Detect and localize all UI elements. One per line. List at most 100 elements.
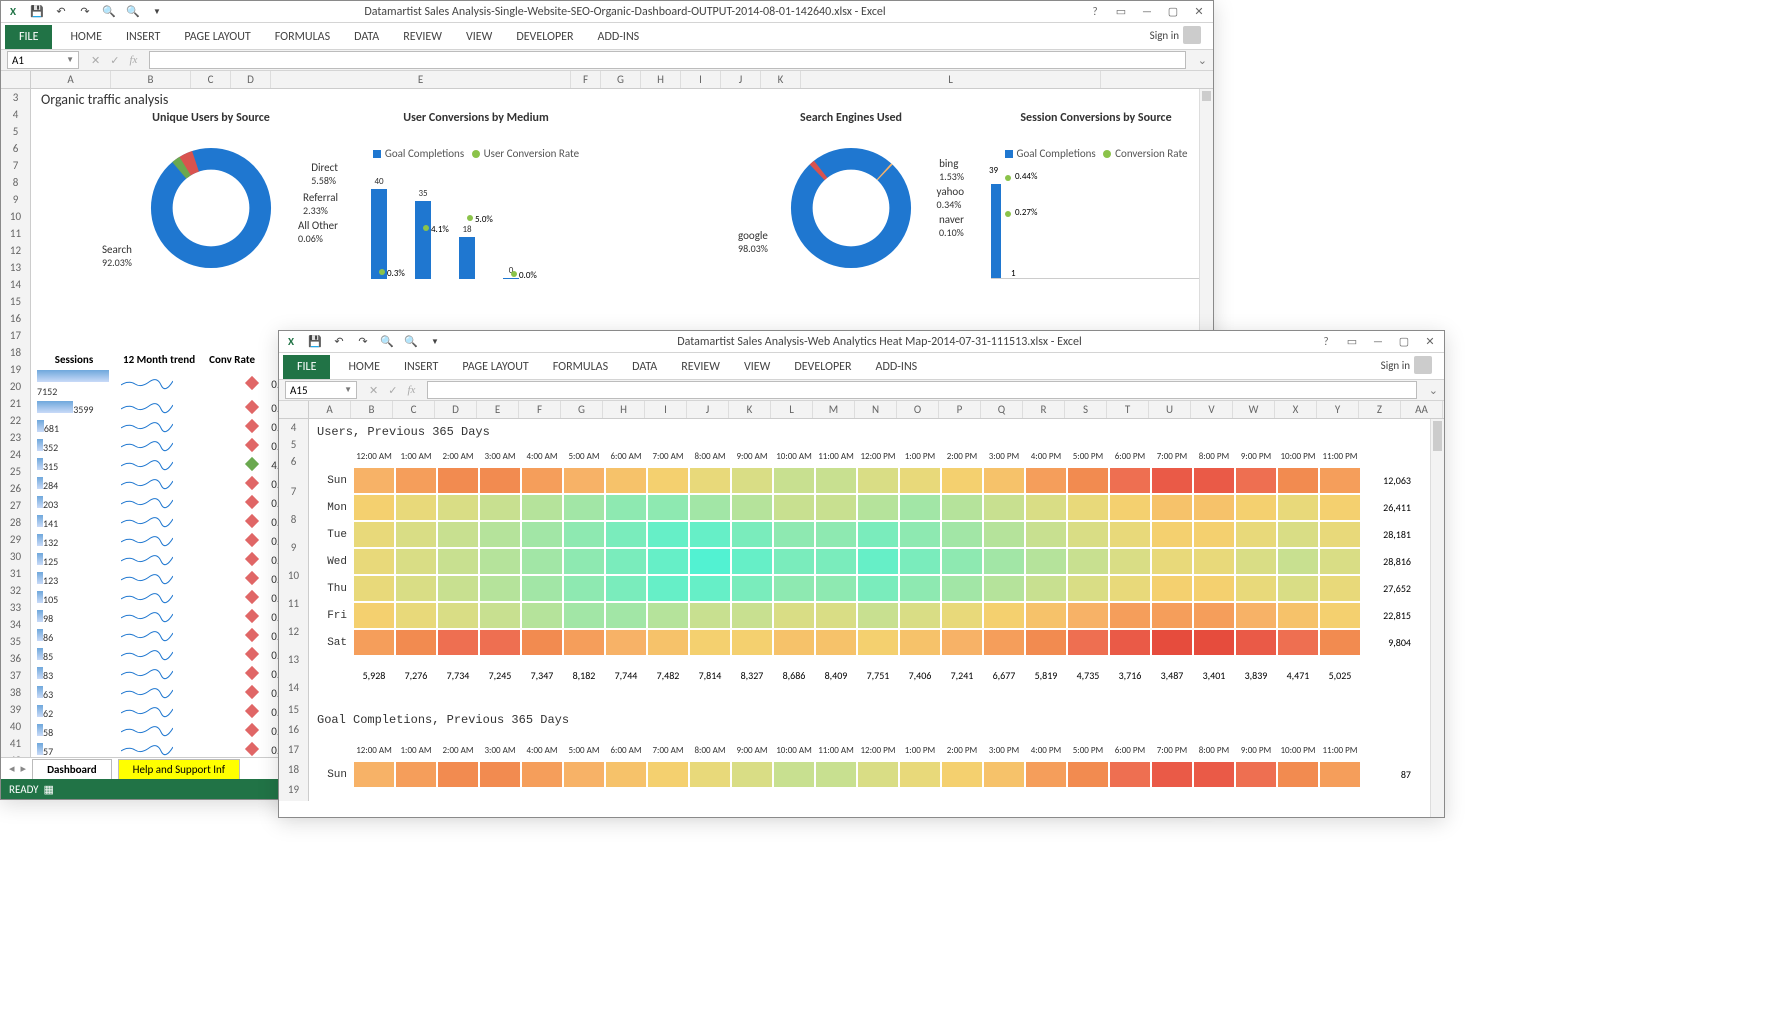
col-header[interactable]: D	[435, 401, 477, 418]
col-header[interactable]: T	[1107, 401, 1149, 418]
col-header[interactable]: C	[191, 71, 231, 88]
ribbon-tab-data[interactable]: DATA	[620, 355, 669, 379]
row-header[interactable]: 24	[1, 446, 31, 463]
col-header[interactable]: L	[771, 401, 813, 418]
ribbon-tab-data[interactable]: DATA	[342, 25, 391, 49]
row-header[interactable]: 16	[1, 310, 31, 327]
help-icon[interactable]: ?	[1316, 335, 1336, 348]
col-header[interactable]: K	[729, 401, 771, 418]
row-header[interactable]: 11	[1, 225, 31, 242]
ribbon-tab-review[interactable]: REVIEW	[391, 25, 454, 49]
name-box[interactable]: A15▼	[285, 381, 357, 399]
col-header[interactable]: R	[1023, 401, 1065, 418]
ribbon-tab-view[interactable]: VIEW	[732, 355, 782, 379]
chevron-down-icon[interactable]: ▼	[66, 55, 74, 65]
file-tab[interactable]: FILE	[283, 355, 330, 379]
row-header[interactable]: 29	[1, 531, 31, 548]
row-header[interactable]: 7	[1, 157, 31, 174]
col-header[interactable]: I	[681, 71, 721, 88]
formula-input[interactable]	[427, 381, 1416, 399]
col-header[interactable]: Z	[1359, 401, 1401, 418]
row-header[interactable]: 42	[1, 752, 31, 757]
row-header[interactable]: 19	[279, 781, 309, 801]
col-header[interactable]: H	[641, 71, 681, 88]
ribbon-tab-developer[interactable]: DEVELOPER	[504, 25, 585, 49]
ribbon-tab-add-ins[interactable]: ADD-INS	[586, 25, 652, 49]
row-header[interactable]: 19	[1, 361, 31, 378]
col-header[interactable]: O	[897, 401, 939, 418]
row-header[interactable]: 5	[279, 436, 309, 453]
row-header[interactable]: 4	[279, 419, 309, 436]
minimize-icon[interactable]: —	[1137, 5, 1157, 18]
tab-nav-prev-icon[interactable]: ▸	[21, 762, 27, 775]
col-header[interactable]: B	[111, 71, 191, 88]
col-header[interactable]: H	[603, 401, 645, 418]
vertical-scrollbar[interactable]	[1430, 419, 1444, 817]
row-header[interactable]: 23	[1, 429, 31, 446]
row-header[interactable]: 6	[1, 140, 31, 157]
col-header[interactable]: D	[231, 71, 271, 88]
row-header[interactable]: 5	[1, 123, 31, 140]
undo-icon[interactable]: ↶	[53, 4, 69, 20]
zoom-out-icon[interactable]: 🔍	[101, 4, 117, 20]
ribbon-tab-insert[interactable]: INSERT	[114, 25, 172, 49]
row-header[interactable]: 34	[1, 616, 31, 633]
col-header[interactable]: G	[561, 401, 603, 418]
row-header[interactable]: 14	[279, 679, 309, 701]
col-header[interactable]: G	[601, 71, 641, 88]
enter-formula-icon[interactable]: ✓	[388, 384, 397, 397]
ribbon-tab-home[interactable]: HOME	[336, 355, 392, 379]
col-header[interactable]: B	[351, 401, 393, 418]
col-header[interactable]: U	[1149, 401, 1191, 418]
row-header[interactable]: 10	[1, 208, 31, 225]
col-header[interactable]: X	[1275, 401, 1317, 418]
file-tab[interactable]: FILE	[5, 25, 52, 49]
row-header[interactable]: 33	[1, 599, 31, 616]
save-icon[interactable]: 💾	[307, 334, 323, 350]
row-header[interactable]: 9	[1, 191, 31, 208]
close-icon[interactable]: ✕	[1189, 5, 1209, 18]
ribbon-tab-developer[interactable]: DEVELOPER	[782, 355, 863, 379]
row-header[interactable]: 20	[1, 378, 31, 395]
fx-icon[interactable]: fx	[129, 54, 137, 67]
col-header[interactable]: E	[271, 71, 571, 88]
worksheet-grid[interactable]: 45678910111213141516171819 Users, Previo…	[279, 419, 1444, 817]
enter-formula-icon[interactable]: ✓	[110, 54, 119, 67]
col-header[interactable]: N	[855, 401, 897, 418]
row-header[interactable]: 26	[1, 480, 31, 497]
row-header[interactable]: 15	[279, 701, 309, 721]
col-header[interactable]: F	[519, 401, 561, 418]
row-header[interactable]: 18	[1, 344, 31, 361]
col-header[interactable]: F	[571, 71, 601, 88]
help-icon[interactable]: ?	[1085, 5, 1105, 18]
expand-formula-icon[interactable]: ⌄	[1429, 384, 1438, 397]
col-header[interactable]: A	[309, 401, 351, 418]
row-header[interactable]: 39	[1, 701, 31, 718]
ribbon-tab-add-ins[interactable]: ADD-INS	[864, 355, 930, 379]
row-header[interactable]: 8	[1, 174, 31, 191]
row-header[interactable]: 21	[1, 395, 31, 412]
row-header[interactable]: 7	[279, 483, 309, 511]
save-icon[interactable]: 💾	[29, 4, 45, 20]
row-header[interactable]: 12	[279, 623, 309, 651]
col-header[interactable]: J	[687, 401, 729, 418]
formula-input[interactable]	[149, 51, 1185, 69]
row-header[interactable]: 14	[1, 276, 31, 293]
row-header[interactable]: 32	[1, 582, 31, 599]
cancel-formula-icon[interactable]: ✕	[369, 384, 378, 397]
chevron-down-icon[interactable]: ▼	[344, 385, 352, 395]
row-header[interactable]: 27	[1, 497, 31, 514]
row-header[interactable]: 25	[1, 463, 31, 480]
row-header[interactable]: 15	[1, 293, 31, 310]
col-header[interactable]: W	[1233, 401, 1275, 418]
minimize-icon[interactable]: —	[1368, 335, 1388, 348]
undo-icon[interactable]: ↶	[331, 334, 347, 350]
row-header[interactable]: 35	[1, 633, 31, 650]
col-header[interactable]: I	[645, 401, 687, 418]
zoom-in-icon[interactable]: 🔍	[403, 334, 419, 350]
col-header[interactable]: J	[721, 71, 761, 88]
row-header[interactable]: 12	[1, 242, 31, 259]
row-header[interactable]: 17	[279, 741, 309, 761]
sign-in-button[interactable]: Sign in	[1142, 21, 1209, 49]
zoom-out-icon[interactable]: 🔍	[379, 334, 395, 350]
